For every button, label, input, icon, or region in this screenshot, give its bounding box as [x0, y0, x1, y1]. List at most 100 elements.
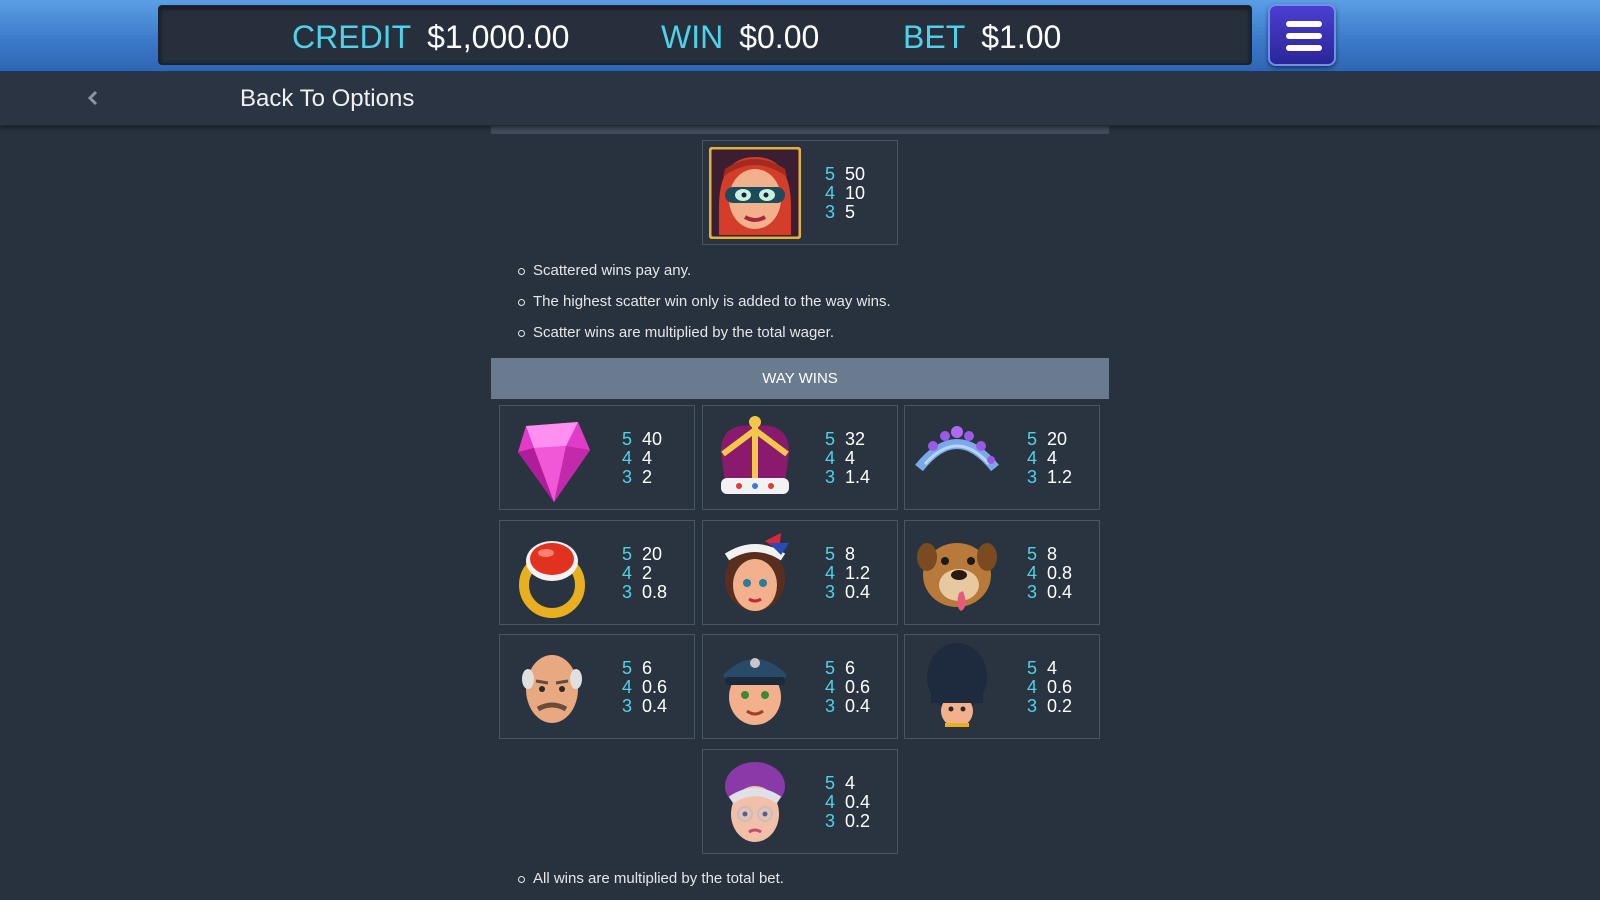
police-officer-icon — [723, 658, 787, 725]
pay-row: 4 0.4 — [825, 793, 870, 812]
pay-count: 4 — [825, 792, 836, 812]
pay-count: 3 — [825, 696, 836, 716]
pay-count: 5 — [825, 429, 836, 449]
pay-amount: 0.4 — [642, 696, 668, 716]
pay-count: 3 — [825, 202, 836, 222]
back-to-options-link[interactable]: Back To Options — [240, 85, 414, 113]
pay-list: 54 4 0.6 3 0.2 — [1027, 659, 1072, 716]
pay-amount: 4 — [845, 448, 856, 468]
tiara-icon — [915, 426, 999, 472]
pay-amount: 4 — [845, 773, 856, 793]
pay-count: 5 — [1027, 429, 1038, 449]
pay-row: 3 1.2 — [1027, 468, 1072, 487]
paytable: 5 50 4 10 35 Scattered wins pay any. The h… — [491, 126, 1109, 900]
section-header-strip — [491, 126, 1109, 134]
pay-amount: 8 — [1047, 544, 1058, 564]
pay-row: 3 0.4 — [825, 583, 870, 602]
win-display: WIN $0.00 — [661, 17, 819, 57]
pay-count: 4 — [825, 448, 836, 468]
pay-row: 3 0.8 — [622, 583, 667, 602]
bet-label: BET — [903, 19, 966, 55]
scatter-pay-list: 5 50 4 10 35 — [825, 165, 865, 222]
pay-amount: 6 — [845, 658, 856, 678]
pay-row: 3 0.4 — [1027, 583, 1072, 602]
pay-amount: 20 — [642, 544, 663, 564]
pay-count: 3 — [1027, 467, 1038, 487]
way-win-card: 5 20 44 3 1.2 — [904, 405, 1100, 510]
pay-row: 5 50 — [825, 165, 865, 184]
pay-list: 5 20 44 3 1.2 — [1027, 430, 1072, 487]
pay-row: 56 — [825, 659, 870, 678]
pay-amount: 0.4 — [845, 792, 871, 812]
pay-amount: 4 — [642, 448, 653, 468]
win-value: $0.00 — [739, 19, 820, 55]
pay-row: 5 20 — [1027, 430, 1072, 449]
pay-amount: 8 — [845, 544, 856, 564]
credit-label: CREDIT — [292, 19, 412, 55]
pay-count: 4 — [622, 563, 633, 583]
way-win-card: 54 4 0.4 3 0.2 — [702, 749, 898, 854]
pay-row: 35 — [825, 203, 865, 222]
pay-count: 5 — [825, 164, 836, 184]
pay-amount: 0.6 — [845, 677, 871, 697]
pay-row: 5 32 — [825, 430, 870, 449]
pay-amount: 0.4 — [1047, 582, 1073, 602]
balance-bar: CREDIT $1,000.00 WIN $0.00 BET $1.00 — [0, 0, 1600, 72]
pay-amount: 1.2 — [1047, 467, 1073, 487]
pay-row: 4 10 — [825, 184, 865, 203]
rule-item: Scattered wins pay any. — [518, 261, 891, 292]
pay-count: 5 — [1027, 658, 1038, 678]
pay-amount: 6 — [642, 658, 653, 678]
pay-row: 58 — [825, 545, 870, 564]
pay-list: 58 4 0.8 3 0.4 — [1027, 545, 1072, 602]
pay-amount: 50 — [845, 164, 866, 184]
back-to-options-bar[interactable]: Back To Options — [0, 72, 1600, 126]
pay-count: 5 — [622, 429, 633, 449]
pay-row: 3 0.4 — [622, 697, 667, 716]
pay-amount: 4 — [1047, 448, 1058, 468]
royal-guard-icon — [927, 643, 987, 727]
pay-count: 3 — [825, 467, 836, 487]
pay-row: 3 0.2 — [1027, 697, 1072, 716]
pink-gem-icon — [518, 422, 590, 502]
pay-amount: 0.6 — [1047, 677, 1073, 697]
way-win-card: 5 20 42 3 0.8 — [499, 520, 695, 625]
way-win-card: 58 4 1.2 3 0.4 — [702, 520, 898, 625]
bulldog-icon — [917, 543, 997, 611]
pay-row: 54 — [1027, 659, 1072, 678]
menu-button[interactable] — [1268, 4, 1336, 66]
rule-item: All wins are multiplied by the total bet… — [518, 869, 784, 900]
pay-count: 3 — [825, 582, 836, 602]
pay-count: 5 — [825, 773, 836, 793]
pay-amount: 0.2 — [1047, 696, 1073, 716]
pay-count: 3 — [1027, 582, 1038, 602]
way-win-card: 5 32 44 3 1.4 — [702, 405, 898, 510]
pay-row: 3 0.4 — [825, 697, 870, 716]
pay-count: 3 — [622, 696, 633, 716]
pay-row: 56 — [622, 659, 667, 678]
pay-list: 54 4 0.4 3 0.2 — [825, 774, 870, 831]
pay-count: 5 — [825, 544, 836, 564]
pay-count: 4 — [825, 183, 836, 203]
pay-row: 4 1.2 — [825, 564, 870, 583]
pay-row: 32 — [622, 468, 662, 487]
pay-amount: 5 — [845, 202, 856, 222]
pay-amount: 1.4 — [845, 467, 871, 487]
pay-amount: 4 — [1047, 658, 1058, 678]
pay-amount: 0.8 — [642, 582, 668, 602]
chevron-left-icon[interactable] — [84, 89, 102, 107]
pay-count: 3 — [622, 467, 633, 487]
scatter-rules-list: Scattered wins pay any. The highest scat… — [518, 261, 891, 354]
way-win-card: 5 40 44 32 — [499, 405, 695, 510]
pay-count: 4 — [825, 677, 836, 697]
credit-display: CREDIT $1,000.00 — [292, 17, 569, 57]
pay-count: 4 — [1027, 563, 1038, 583]
way-win-card: 58 4 0.8 3 0.4 — [904, 520, 1100, 625]
bet-display: BET $1.00 — [903, 17, 1061, 57]
bald-man-icon — [522, 655, 582, 723]
way-wins-header: WAY WINS — [491, 358, 1109, 399]
pay-amount: 0.4 — [845, 582, 871, 602]
way-win-card: 54 4 0.6 3 0.2 — [904, 634, 1100, 739]
pay-count: 5 — [622, 544, 633, 564]
pay-row: 3 1.4 — [825, 468, 870, 487]
